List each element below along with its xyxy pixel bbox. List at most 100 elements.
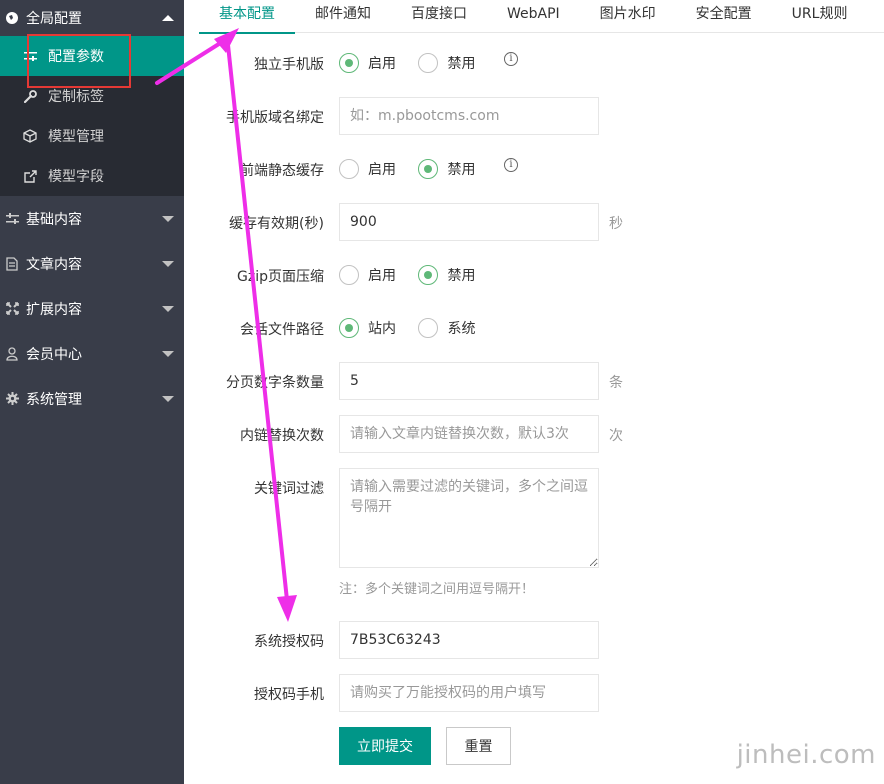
nav-group-member-center[interactable]: 会员中心 xyxy=(0,331,184,376)
sidebar-item-label: 模型字段 xyxy=(48,169,104,185)
field-label: 缓存有效期(秒) xyxy=(229,216,324,232)
radio-label: 启用 xyxy=(368,162,396,178)
tab-webapi[interactable]: WebAPI xyxy=(487,0,580,33)
radio-label: 系统 xyxy=(447,321,476,337)
tab-bar: 基本配置 邮件通知 百度接口 WebAPI 图片水印 安全配置 URL规则 xyxy=(199,0,884,34)
reset-button[interactable]: 重置 xyxy=(446,727,511,765)
chevron-down-icon xyxy=(162,305,174,312)
radio-label: 启用 xyxy=(368,56,396,72)
form-row-sn: 系统授权码 xyxy=(184,621,884,659)
radio-group-gzip: 启用 禁用 xyxy=(339,265,493,289)
form-row-session-path: 会话文件路径 站内 系统 xyxy=(184,317,884,339)
form-row-cache-time: 缓存有效期(秒) 秒 xyxy=(184,203,884,241)
chevron-up-icon xyxy=(162,15,174,21)
field-label: 关键词过滤 xyxy=(254,481,324,497)
nav-group-label: 扩展内容 xyxy=(26,301,82,318)
radio-session-system[interactable]: 系统 xyxy=(418,318,475,338)
wap-domain-input[interactable] xyxy=(339,97,599,135)
tab-mail-notify[interactable]: 邮件通知 xyxy=(295,0,391,33)
nav-group-label: 基础内容 xyxy=(26,211,82,228)
radio-gzip-on[interactable]: 启用 xyxy=(339,265,396,285)
expand-icon xyxy=(4,301,20,317)
form-row-sn-user: 授权码手机 xyxy=(184,674,884,712)
watermark: jinhei.com xyxy=(736,740,876,770)
highlight-box xyxy=(27,34,131,88)
field-label: 前端静态缓存 xyxy=(240,163,324,179)
nav-group-label: 系统管理 xyxy=(26,391,82,408)
form-row-wap-domain: 手机版域名绑定 xyxy=(184,97,884,135)
radio-label: 禁用 xyxy=(447,56,476,72)
chevron-down-icon xyxy=(162,215,174,222)
nav-group-article-content[interactable]: 文章内容 xyxy=(0,241,184,286)
page-num-input[interactable] xyxy=(339,362,599,400)
tab-watermark[interactable]: 图片水印 xyxy=(580,0,676,33)
radio-wap-off[interactable]: 禁用 xyxy=(418,53,475,73)
radio-html-cache-on[interactable]: 启用 xyxy=(339,159,396,179)
form-row-link-times: 内链替换次数 次 xyxy=(184,415,884,453)
gear-icon xyxy=(4,391,20,407)
sidebar-item-model-manage[interactable]: 模型管理 xyxy=(0,116,184,156)
unit-label: 秒 xyxy=(609,216,623,232)
sidebar: 全局配置 配置参数 定制标签 模型管理 模型字段 基础内容 文章内容 扩展内容 … xyxy=(0,0,184,784)
field-label: 分页数字条数量 xyxy=(226,375,324,391)
keyword-filter-textarea[interactable] xyxy=(339,468,599,568)
form-row-gzip: Gzip页面压缩 启用 禁用 xyxy=(184,264,884,286)
radio-wap-on[interactable]: 启用 xyxy=(339,53,396,73)
radio-label: 禁用 xyxy=(447,162,476,178)
tab-security[interactable]: 安全配置 xyxy=(676,0,772,33)
arrow-head-sn xyxy=(277,595,297,622)
nav-group-label: 会员中心 xyxy=(26,346,82,363)
nav-group-label: 文章内容 xyxy=(26,256,82,273)
field-label: Gzip页面压缩 xyxy=(237,269,324,285)
chevron-down-icon xyxy=(162,395,174,402)
radio-group-session-path: 站内 系统 xyxy=(339,318,493,342)
radio-group-wap: 启用 禁用 xyxy=(339,53,493,77)
form-row-wap: 独立手机版 启用 禁用 i xyxy=(184,52,884,74)
sliders-icon xyxy=(4,211,20,227)
radio-gzip-off[interactable]: 禁用 xyxy=(418,265,475,285)
radio-session-site[interactable]: 站内 xyxy=(339,318,396,338)
document-icon xyxy=(4,256,20,272)
field-label: 内链替换次数 xyxy=(240,428,324,444)
keyword-filter-hint: 注：多个关键词之间用逗号隔开！ xyxy=(339,582,535,597)
form-row-page-num: 分页数字条数量 条 xyxy=(184,362,884,400)
cache-time-input[interactable] xyxy=(339,203,599,241)
tab-basic-config[interactable]: 基本配置 xyxy=(199,0,295,34)
radio-html-cache-off[interactable]: 禁用 xyxy=(418,159,475,179)
unit-label: 次 xyxy=(609,428,623,444)
info-icon[interactable]: i xyxy=(504,52,518,66)
user-icon xyxy=(4,346,20,362)
sidebar-item-model-fields[interactable]: 模型字段 xyxy=(0,156,184,196)
nav-group-basic-content[interactable]: 基础内容 xyxy=(0,196,184,241)
info-icon[interactable]: i xyxy=(504,158,518,172)
submit-button[interactable]: 立即提交 xyxy=(339,727,431,765)
nav-group-label: 全局配置 xyxy=(26,11,82,27)
field-label: 系统授权码 xyxy=(254,634,324,650)
radio-label: 启用 xyxy=(368,268,396,284)
chevron-down-icon xyxy=(162,350,174,357)
nav-group-extend-content[interactable]: 扩展内容 xyxy=(0,286,184,331)
cube-icon xyxy=(22,129,38,143)
link-times-input[interactable] xyxy=(339,415,599,453)
tab-url-rules[interactable]: URL规则 xyxy=(772,0,868,33)
nav-group-system-manage[interactable]: 系统管理 xyxy=(0,376,184,421)
field-label: 手机版域名绑定 xyxy=(226,110,324,126)
sidebar-item-label: 模型管理 xyxy=(48,129,104,145)
field-label: 独立手机版 xyxy=(254,57,324,73)
radio-label: 站内 xyxy=(368,321,396,337)
form-row-keyword-filter: 关键词过滤 注：多个关键词之间用逗号隔开！ xyxy=(184,468,884,598)
unit-label: 条 xyxy=(609,375,623,391)
wrench-icon xyxy=(22,89,38,103)
sidebar-item-label: 定制标签 xyxy=(48,89,104,105)
sn-input[interactable] xyxy=(339,621,599,659)
form-row-html-cache: 前端静态缓存 启用 禁用 i xyxy=(184,158,884,180)
radio-group-html-cache: 启用 禁用 xyxy=(339,159,493,183)
nav-group-global[interactable]: 全局配置 xyxy=(0,0,184,36)
field-label: 授权码手机 xyxy=(254,687,324,703)
radio-label: 禁用 xyxy=(447,268,476,284)
sn-user-input[interactable] xyxy=(339,674,599,712)
chevron-down-icon xyxy=(162,260,174,267)
globe-icon xyxy=(4,10,20,26)
external-link-icon xyxy=(22,169,38,183)
tab-baidu-api[interactable]: 百度接口 xyxy=(391,0,487,33)
